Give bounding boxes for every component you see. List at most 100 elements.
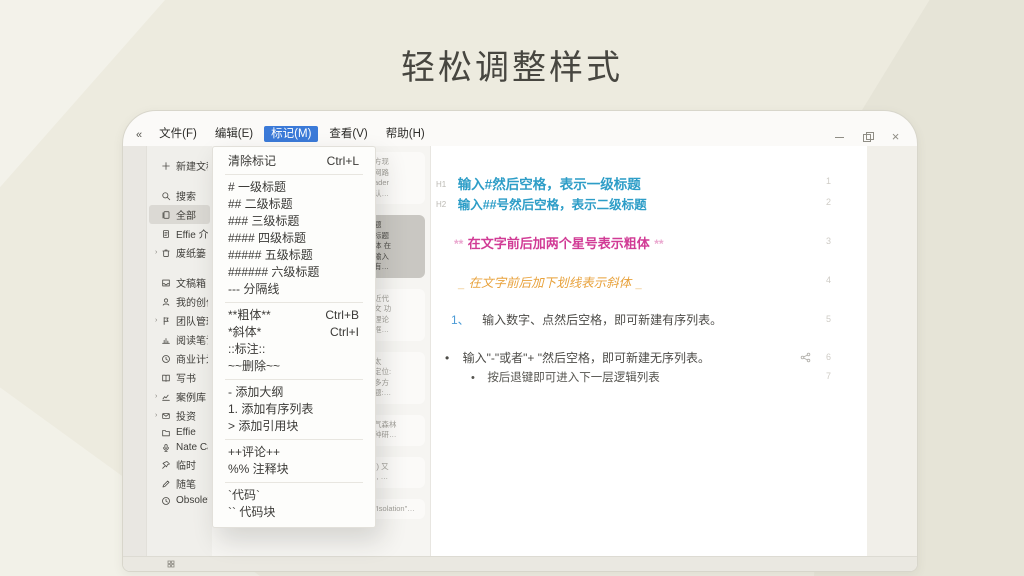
- chart-icon: [161, 335, 173, 345]
- line-text: 输入数字、点然后空格，即可新建有序列表。: [482, 313, 722, 327]
- menu-item-label: ###### 六级标题: [228, 266, 319, 279]
- sidebar-item[interactable]: Obsolete: [149, 493, 210, 508]
- menu-item[interactable]: %% 注释块: [213, 461, 375, 478]
- sidebar-item-label: 商业计划: [176, 351, 208, 366]
- menubar: 文件(F) 编辑(E) 标记(M) 查看(V) 帮助(H): [152, 126, 432, 142]
- sidebar-item[interactable]: Nate Ca: [149, 440, 210, 455]
- markup-suffix: **: [654, 237, 663, 251]
- trash-icon: [161, 248, 173, 258]
- sidebar-item[interactable]: Effie: [149, 425, 210, 440]
- restore-icon[interactable]: [862, 131, 873, 142]
- right-gutter: [867, 146, 917, 556]
- menu-item[interactable]: **粗体** Ctrl+B: [213, 307, 375, 324]
- sidebar-item[interactable]: 随笔: [149, 474, 210, 493]
- menu-item[interactable]: [225, 302, 363, 303]
- menubar-item[interactable]: 帮助(H): [379, 126, 432, 142]
- menu-item[interactable]: 1. 添加有序列表: [213, 401, 375, 418]
- menubar-item[interactable]: 文件(F): [152, 126, 204, 142]
- sidebar-item-label: Nate Ca: [176, 442, 208, 453]
- menu-item[interactable]: ~~删除~~: [213, 358, 375, 375]
- menu-item[interactable]: [225, 482, 363, 483]
- editor-line[interactable]: ** 在文字前后加两个星号表示粗体 ** 3: [431, 233, 867, 253]
- editor-line[interactable]: • 按后退键即可进入下一层逻辑列表 7: [431, 368, 867, 387]
- menu-item[interactable]: *斜体* Ctrl+I: [213, 324, 375, 341]
- editor-line[interactable]: _ 在文字前后加下划线表示斜体 _ 4: [431, 272, 867, 292]
- all-docs-icon: [161, 210, 173, 220]
- menu-item[interactable]: ::标注::: [213, 341, 375, 358]
- minimize-icon[interactable]: [834, 131, 845, 142]
- sidebar-item[interactable]: › 案例库: [149, 387, 210, 406]
- sidebar-item[interactable]: 商业计划: [149, 349, 210, 368]
- menu-item-label: ##### 五级标题: [228, 249, 313, 262]
- menubar-item[interactable]: 标记(M): [264, 126, 318, 142]
- window-controls: ×: [834, 131, 901, 142]
- sidebar-item-label: Obsolete: [176, 495, 208, 506]
- card-text-fragment: 网路: [374, 168, 419, 179]
- card-text-fragment: ader: [374, 178, 419, 189]
- sidebar-item[interactable]: 搜索: [149, 186, 210, 205]
- line-number: 6: [826, 352, 831, 362]
- menu-item-label: `` 代码块: [228, 506, 275, 519]
- menu-item-label: #### 四级标题: [228, 232, 306, 245]
- menu-item-label: ### 三级标题: [228, 215, 299, 228]
- close-icon[interactable]: ×: [890, 131, 901, 142]
- menu-item[interactable]: ## 二级标题: [213, 196, 375, 213]
- menu-item-label: # 一级标题: [228, 181, 286, 194]
- menu-item[interactable]: #### 四级标题: [213, 230, 375, 247]
- menu-item-label: 清除标记: [228, 155, 276, 168]
- menu-item[interactable]: ###### 六级标题: [213, 264, 375, 281]
- menu-item[interactable]: # 一级标题: [213, 179, 375, 196]
- menubar-item[interactable]: 编辑(E): [208, 126, 260, 142]
- menubar-item[interactable]: 查看(V): [322, 126, 374, 142]
- sidebar-item[interactable]: 全部: [149, 205, 210, 224]
- sidebar-item[interactable]: 写书: [149, 368, 210, 387]
- editor-line[interactable]: • 输入"-"或者"+ "然后空格，即可新建无序列表。 6: [431, 349, 867, 368]
- menu-item[interactable]: ##### 五级标题: [213, 247, 375, 264]
- menu-item[interactable]: 清除标记 Ctrl+L: [213, 153, 375, 170]
- mic-icon: [161, 443, 173, 453]
- menu-item[interactable]: ### 三级标题: [213, 213, 375, 230]
- sidebar-item[interactable]: 阅读笔记: [149, 330, 210, 349]
- menu-item[interactable]: - 添加大纲: [213, 384, 375, 401]
- line-text: 在文字前后加下划线表示斜体: [469, 276, 632, 290]
- card-text-fragment: 标题: [374, 231, 419, 242]
- sidebar-item-label: 新建文稿: [176, 158, 208, 173]
- card-text-fragment: 太: [374, 357, 419, 368]
- editor[interactable]: H1 输入#然后空格，表示一级标题 1 H2 输: [431, 146, 867, 556]
- sidebar-item[interactable]: › 团队管理: [149, 311, 210, 330]
- sidebar-item[interactable]: 文稿箱: [149, 273, 210, 292]
- share-icon[interactable]: [800, 352, 811, 363]
- menu-item[interactable]: [225, 439, 363, 440]
- line-marker: 1、: [451, 313, 470, 327]
- sidebar-item[interactable]: › 投资: [149, 406, 210, 425]
- grid-view-icon[interactable]: [167, 555, 175, 572]
- editor-line[interactable]: 1、 输入数字、点然后空格，即可新建有序列表。 5: [431, 311, 867, 330]
- card-text-fragment: 题:…: [374, 388, 419, 399]
- sidebar-item[interactable]: › 废纸篓: [149, 243, 210, 262]
- flag-icon: [161, 316, 173, 326]
- menu-item[interactable]: --- 分隔线: [213, 281, 375, 298]
- sidebar-item[interactable]: Effie 介: [149, 224, 210, 243]
- chart-line-icon: [161, 392, 173, 402]
- editor-line[interactable]: H2 输入##号然后空格，表示二级标题 2: [431, 194, 867, 214]
- menu-item[interactable]: [225, 379, 363, 380]
- menu-item[interactable]: [225, 174, 363, 175]
- sidebar-item-label: 废纸篓: [176, 245, 206, 260]
- window-titlebar: « 文件(F) 编辑(E) 标记(M) 查看(V) 帮助(H) ×: [123, 111, 917, 146]
- menu-item[interactable]: `代码`: [213, 487, 375, 504]
- card-text-fragment: 有…: [374, 262, 419, 273]
- menu-item-label: `代码`: [228, 489, 260, 502]
- menu-item[interactable]: > 添加引用块: [213, 418, 375, 435]
- menu-item[interactable]: `` 代码块: [213, 504, 375, 521]
- sidebar-item[interactable]: 新建文稿: [149, 156, 210, 175]
- card-text-fragment: 文 功: [374, 304, 419, 315]
- editor-line[interactable]: H1 输入#然后空格，表示一级标题 1: [431, 173, 867, 194]
- sidebar-item[interactable]: 临时: [149, 455, 210, 474]
- menu-item-label: 1. 添加有序列表: [228, 403, 313, 416]
- menu-item-label: --- 分隔线: [228, 283, 279, 296]
- menu-item-label: *斜体*: [228, 326, 261, 339]
- sidebar-item[interactable]: 我的创作: [149, 292, 210, 311]
- card-text-fragment: 种研…: [374, 430, 419, 441]
- menu-item[interactable]: ++评论++: [213, 444, 375, 461]
- collapse-sidebar-icon[interactable]: «: [136, 128, 142, 142]
